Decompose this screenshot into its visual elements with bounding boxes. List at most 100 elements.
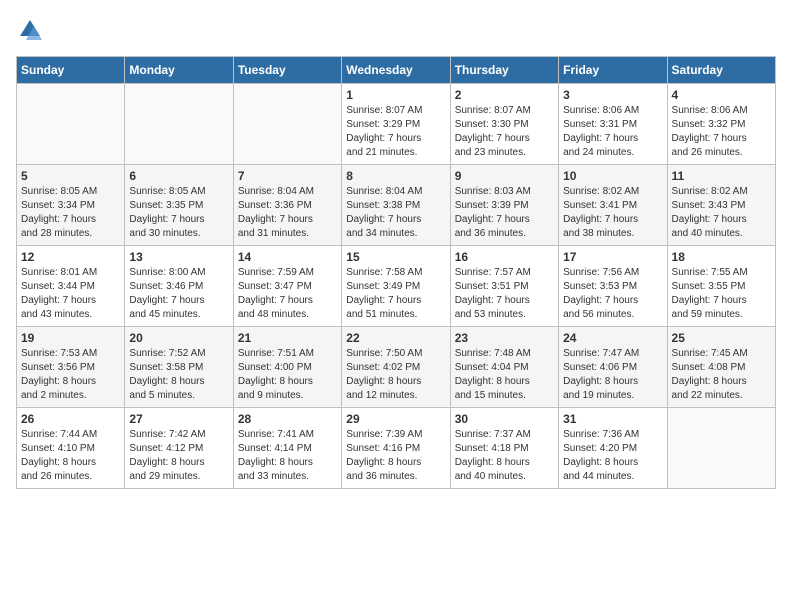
table-row: 10 Sunrise: 8:02 AM Sunset: 3:41 PM Dayli… [559,165,667,246]
logo-icon [16,16,44,44]
table-row: 4Sunrise: 8:06 AM Sunset: 3:32 PM Daylig… [667,84,775,165]
header-sunday: Sunday [17,57,125,84]
table-row: 13 Sunrise: 8:00 AM Sunset: 3:46 PM Dayli… [125,246,233,327]
day-info: Sunrise: 8:04 AM Sunset: 3:36 PM Dayligh… [238,185,337,241]
day-info: Sunrise: 7:50 AM Sunset: 4:02 PM Dayligh… [346,347,445,403]
day-info: Sunrise: 8:06 AM Sunset: 3:32 PM Dayligh… [672,104,771,160]
day-info: Sunrise: 8:03 AM Sunset: 3:39 PM Dayligh… [455,185,554,241]
day-info: Sunrise: 8:00 AM Sunset: 3:46 PM Dayligh… [129,266,228,322]
table-row [125,84,233,165]
day-info: Sunrise: 8:05 AM Sunset: 3:35 PM Dayligh… [129,185,228,241]
day-info: Sunrise: 7:59 AM Sunset: 3:47 PM Dayligh… [238,266,337,322]
day-info: Sunrise: 7:48 AM Sunset: 4:04 PM Dayligh… [455,347,554,403]
table-row: 11 Sunrise: 8:02 AM Sunset: 3:43 PM Dayli… [667,165,775,246]
table-row: 27 Sunrise: 7:42 AM Sunset: 4:12 PM Dayli… [125,408,233,489]
table-row [233,84,341,165]
table-row: 14Sunrise: 7:59 AM Sunset: 3:47 PM Dayli… [233,246,341,327]
header-wednesday: Wednesday [342,57,450,84]
week-row-5: 26Sunrise: 7:44 AM Sunset: 4:10 PM Dayli… [17,408,776,489]
table-row: 3 Sunrise: 8:06 AM Sunset: 3:31 PM Daylig… [559,84,667,165]
day-info: Sunrise: 7:51 AM Sunset: 4:00 PM Dayligh… [238,347,337,403]
day-number: 3 [563,88,662,102]
day-number: 24 [563,331,662,345]
day-number: 28 [238,412,337,426]
table-row [17,84,125,165]
table-row [667,408,775,489]
day-info: Sunrise: 8:06 AM Sunset: 3:31 PM Dayligh… [563,104,662,160]
day-number: 19 [21,331,120,345]
table-row: 15Sunrise: 7:58 AM Sunset: 3:49 PM Dayli… [342,246,450,327]
header-row: SundayMondayTuesdayWednesdayThursdayFrid… [17,57,776,84]
week-row-1: 1Sunrise: 8:07 AM Sunset: 3:29 PM Daylig… [17,84,776,165]
day-info: Sunrise: 7:52 AM Sunset: 3:58 PM Dayligh… [129,347,228,403]
day-info: Sunrise: 7:45 AM Sunset: 4:08 PM Dayligh… [672,347,771,403]
table-row: 30 Sunrise: 7:37 AM Sunset: 4:18 PM Dayli… [450,408,558,489]
week-row-4: 19 Sunrise: 7:53 AM Sunset: 3:56 PM Dayli… [17,327,776,408]
table-row: 7Sunrise: 8:04 AM Sunset: 3:36 PM Daylig… [233,165,341,246]
header-friday: Friday [559,57,667,84]
day-info: Sunrise: 7:47 AM Sunset: 4:06 PM Dayligh… [563,347,662,403]
day-number: 15 [346,250,445,264]
table-row: 25Sunrise: 7:45 AM Sunset: 4:08 PM Dayli… [667,327,775,408]
table-row: 28 Sunrise: 7:41 AM Sunset: 4:14 PM Dayli… [233,408,341,489]
calendar-table: SundayMondayTuesdayWednesdayThursdayFrid… [16,56,776,489]
day-number: 6 [129,169,228,183]
table-row: 12 Sunrise: 8:01 AM Sunset: 3:44 PM Dayli… [17,246,125,327]
day-number: 8 [346,169,445,183]
table-row: 1Sunrise: 8:07 AM Sunset: 3:29 PM Daylig… [342,84,450,165]
header-tuesday: Tuesday [233,57,341,84]
week-row-2: 5 Sunrise: 8:05 AM Sunset: 3:34 PM Daylig… [17,165,776,246]
table-row: 24 Sunrise: 7:47 AM Sunset: 4:06 PM Dayli… [559,327,667,408]
day-info: Sunrise: 7:55 AM Sunset: 3:55 PM Dayligh… [672,266,771,322]
header-thursday: Thursday [450,57,558,84]
day-number: 31 [563,412,662,426]
day-info: Sunrise: 8:05 AM Sunset: 3:34 PM Dayligh… [21,185,120,241]
day-info: Sunrise: 8:04 AM Sunset: 3:38 PM Dayligh… [346,185,445,241]
header-monday: Monday [125,57,233,84]
table-row: 23 Sunrise: 7:48 AM Sunset: 4:04 PM Dayli… [450,327,558,408]
table-row: 26Sunrise: 7:44 AM Sunset: 4:10 PM Dayli… [17,408,125,489]
day-number: 27 [129,412,228,426]
day-number: 10 [563,169,662,183]
day-info: Sunrise: 7:53 AM Sunset: 3:56 PM Dayligh… [21,347,120,403]
table-row: 16 Sunrise: 7:57 AM Sunset: 3:51 PM Dayli… [450,246,558,327]
table-row: 2 Sunrise: 8:07 AM Sunset: 3:30 PM Daylig… [450,84,558,165]
day-info: Sunrise: 8:02 AM Sunset: 3:43 PM Dayligh… [672,185,771,241]
day-info: Sunrise: 7:37 AM Sunset: 4:18 PM Dayligh… [455,428,554,484]
day-info: Sunrise: 7:56 AM Sunset: 3:53 PM Dayligh… [563,266,662,322]
day-number: 2 [455,88,554,102]
table-row: 19 Sunrise: 7:53 AM Sunset: 3:56 PM Dayli… [17,327,125,408]
day-info: Sunrise: 7:39 AM Sunset: 4:16 PM Dayligh… [346,428,445,484]
day-info: Sunrise: 8:01 AM Sunset: 3:44 PM Dayligh… [21,266,120,322]
logo [16,16,48,44]
day-info: Sunrise: 7:42 AM Sunset: 4:12 PM Dayligh… [129,428,228,484]
day-number: 9 [455,169,554,183]
table-row: 18 Sunrise: 7:55 AM Sunset: 3:55 PM Dayli… [667,246,775,327]
day-info: Sunrise: 7:57 AM Sunset: 3:51 PM Dayligh… [455,266,554,322]
day-number: 22 [346,331,445,345]
table-row: 8 Sunrise: 8:04 AM Sunset: 3:38 PM Daylig… [342,165,450,246]
table-row: 29Sunrise: 7:39 AM Sunset: 4:16 PM Dayli… [342,408,450,489]
table-row: 17 Sunrise: 7:56 AM Sunset: 3:53 PM Dayli… [559,246,667,327]
day-info: Sunrise: 7:41 AM Sunset: 4:14 PM Dayligh… [238,428,337,484]
day-info: Sunrise: 7:36 AM Sunset: 4:20 PM Dayligh… [563,428,662,484]
day-number: 16 [455,250,554,264]
calendar-body: 1Sunrise: 8:07 AM Sunset: 3:29 PM Daylig… [17,84,776,489]
table-row: 21Sunrise: 7:51 AM Sunset: 4:00 PM Dayli… [233,327,341,408]
day-number: 12 [21,250,120,264]
day-number: 30 [455,412,554,426]
table-row: 20 Sunrise: 7:52 AM Sunset: 3:58 PM Dayli… [125,327,233,408]
day-number: 20 [129,331,228,345]
day-number: 18 [672,250,771,264]
day-info: Sunrise: 8:07 AM Sunset: 3:29 PM Dayligh… [346,104,445,160]
day-number: 11 [672,169,771,183]
day-info: Sunrise: 8:02 AM Sunset: 3:41 PM Dayligh… [563,185,662,241]
page-header [16,16,776,44]
day-number: 5 [21,169,120,183]
day-number: 26 [21,412,120,426]
day-info: Sunrise: 8:07 AM Sunset: 3:30 PM Dayligh… [455,104,554,160]
table-row: 22 Sunrise: 7:50 AM Sunset: 4:02 PM Dayli… [342,327,450,408]
day-number: 13 [129,250,228,264]
day-number: 23 [455,331,554,345]
day-number: 17 [563,250,662,264]
